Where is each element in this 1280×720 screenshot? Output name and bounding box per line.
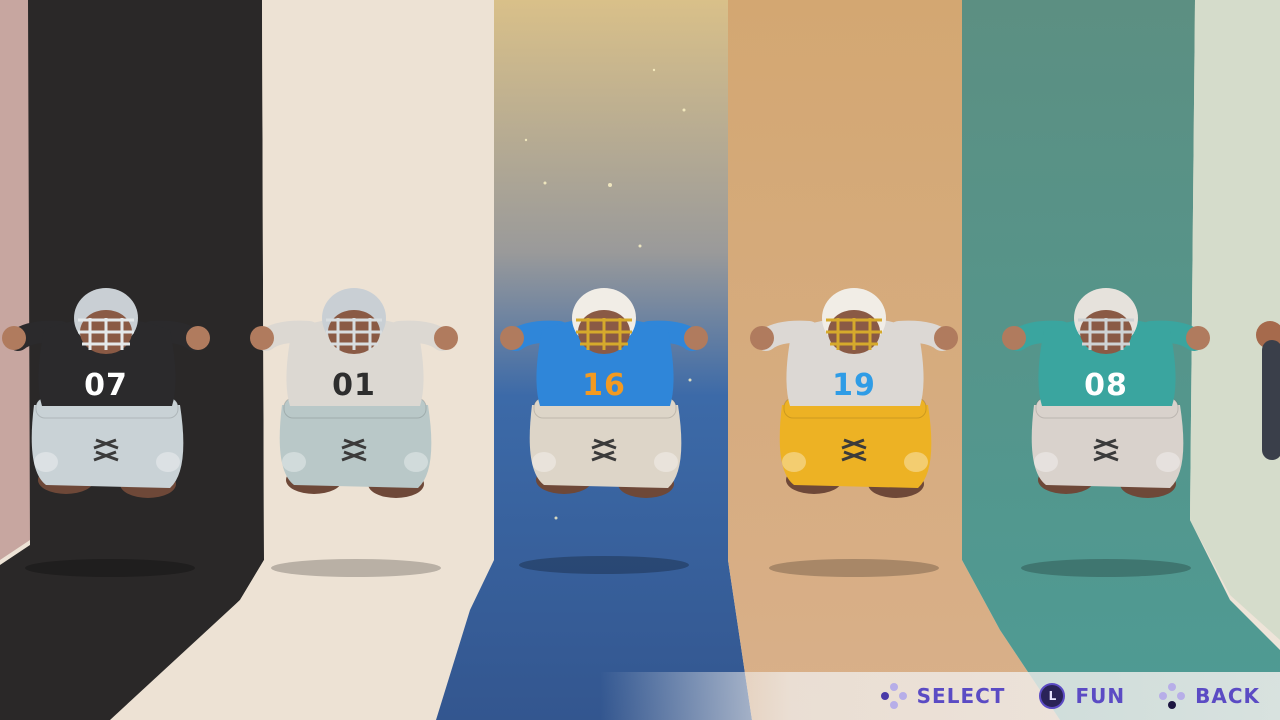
- banner-pink: [0, 0, 30, 560]
- fun-prompt[interactable]: L FUN: [1039, 683, 1125, 709]
- back-label: BACK: [1195, 684, 1260, 708]
- jersey-number: 08: [1084, 368, 1128, 403]
- dpad-back-icon: [1159, 683, 1186, 709]
- jersey-number: 01: [332, 368, 376, 403]
- banner-pale: [1190, 0, 1280, 640]
- right-hand: [684, 326, 708, 350]
- back-prompt[interactable]: BACK: [1159, 683, 1260, 709]
- select-label: SELECT: [916, 684, 1006, 708]
- left-hand: [250, 326, 274, 350]
- left-stick-icon: L: [1039, 683, 1066, 709]
- character-select-scene: [0, 0, 1280, 720]
- left-hand: [500, 326, 524, 350]
- left-hand: [2, 326, 26, 350]
- jersey-number: 07: [84, 368, 128, 403]
- fun-label: FUN: [1075, 684, 1126, 708]
- right-hand: [186, 326, 210, 350]
- jersey-number: 16: [582, 368, 626, 403]
- jersey-number: 19: [832, 368, 876, 403]
- dpad-select-icon: [880, 683, 907, 709]
- select-prompt[interactable]: SELECT: [880, 683, 1006, 709]
- button-prompt-bar: SELECT L FUN BACK: [600, 672, 1280, 720]
- right-hand: [434, 326, 458, 350]
- left-hand: [750, 326, 774, 350]
- right-hand: [1186, 326, 1210, 350]
- right-hand: [934, 326, 958, 350]
- left-hand: [1002, 326, 1026, 350]
